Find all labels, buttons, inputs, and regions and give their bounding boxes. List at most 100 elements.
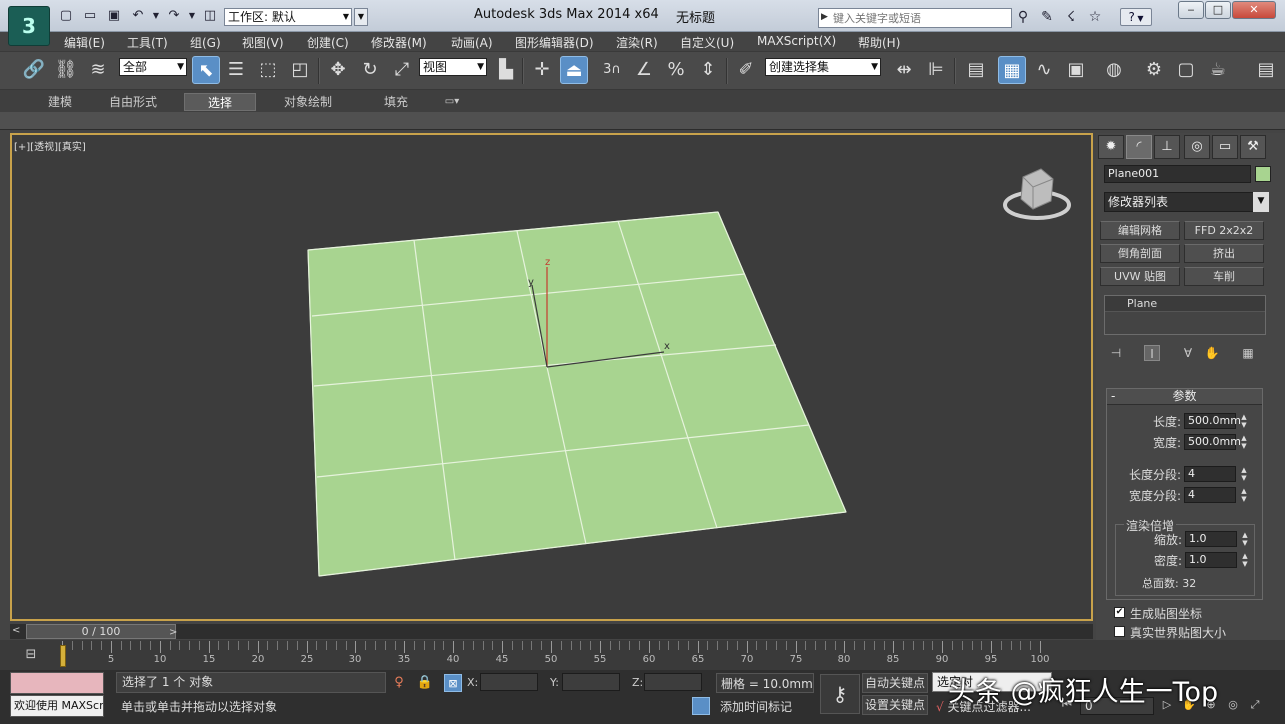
show-end-result-icon[interactable]: Ⅰ: [1144, 345, 1160, 361]
menu-help[interactable]: 帮助(H): [858, 34, 900, 51]
parameters-rollout-header[interactable]: - 参数: [1107, 389, 1262, 405]
scale-spinner[interactable]: ▲ ▼: [1240, 531, 1250, 547]
rectangular-selection-icon[interactable]: ⬚: [254, 56, 282, 84]
add-time-tag-icon[interactable]: [692, 697, 710, 715]
graphite-modeling-tools-icon[interactable]: ▦: [998, 56, 1026, 84]
angle-snap-icon[interactable]: ∠: [630, 56, 658, 84]
width-field[interactable]: 500.0mm: [1184, 434, 1241, 450]
select-manipulate-icon[interactable]: ✛: [528, 56, 556, 84]
menu-customize[interactable]: 自定义(U): [680, 34, 734, 51]
schematic-view-icon[interactable]: ▣: [1062, 56, 1090, 84]
absolute-mode-icon[interactable]: ⊠: [444, 674, 462, 692]
layer-manager-icon[interactable]: ▤: [962, 56, 990, 84]
subscription-key-icon[interactable]: ✎: [1038, 8, 1056, 26]
app-menu-logo[interactable]: 3: [8, 6, 50, 46]
ribbon-options-icon[interactable]: ▭▾: [438, 93, 466, 111]
snaps-toggle-icon[interactable]: 3∩: [598, 56, 626, 84]
edit-mesh-button[interactable]: 编辑网格: [1100, 221, 1180, 240]
maxscript-listener-output[interactable]: 欢迎使用 MAXScri: [10, 695, 104, 717]
length-segs-spinner[interactable]: ▲ ▼: [1239, 466, 1249, 482]
auto-key-button[interactable]: 自动关键点: [862, 673, 928, 693]
width-segs-spinner[interactable]: ▲ ▼: [1239, 487, 1249, 503]
modifier-list-dropdown[interactable]: 修改器列表 ▼: [1104, 192, 1269, 212]
select-scale-icon[interactable]: ⤢: [388, 56, 416, 84]
window-crossing-icon[interactable]: ◰: [286, 56, 314, 84]
utilities-tab-icon[interactable]: ⚒: [1240, 135, 1266, 159]
render-setup-icon[interactable]: ⚙: [1140, 56, 1168, 84]
object-color-swatch[interactable]: [1255, 166, 1271, 182]
menu-edit[interactable]: 编辑(E): [64, 34, 105, 51]
tab-object-paint[interactable]: 对象绘制: [272, 93, 344, 111]
width-spinner[interactable]: ▲ ▼: [1239, 434, 1249, 450]
align-icon[interactable]: ⊫: [922, 56, 950, 84]
ffd-button[interactable]: FFD 2x2x2: [1184, 221, 1264, 240]
hierarchy-tab-icon[interactable]: ⊥: [1154, 135, 1180, 159]
pivot-center-icon[interactable]: ▙: [492, 56, 520, 84]
density-field[interactable]: 1.0: [1185, 552, 1237, 568]
perspective-viewport[interactable]: z x y: [10, 133, 1093, 621]
density-spinner[interactable]: ▲ ▼: [1240, 552, 1250, 568]
binoculars-icon[interactable]: ⚲: [1014, 8, 1032, 26]
timeline-ruler[interactable]: 5 10 15 20 25 30 35 40 45 50 55 60 65 70 75 80 85 90 95 100: [62, 641, 1050, 667]
menu-animation[interactable]: 动画(A): [451, 34, 493, 51]
curve-editor-icon[interactable]: ∿: [1030, 56, 1058, 84]
workspace-dropdown[interactable]: 工作区: 默认 ▼: [224, 8, 352, 26]
length-spinner[interactable]: ▲ ▼: [1239, 413, 1249, 429]
display-tab-icon[interactable]: ▭: [1212, 135, 1238, 159]
favorites-star-icon[interactable]: ☆: [1086, 8, 1104, 26]
mirror-icon[interactable]: ⇹: [890, 56, 918, 84]
save-icon[interactable]: ▣: [106, 8, 122, 24]
motion-tab-icon[interactable]: ◎: [1184, 135, 1210, 159]
orbit-icon[interactable]: ◎: [1224, 696, 1242, 714]
menu-create[interactable]: 创建(C): [307, 34, 349, 51]
maxscript-mini-listener-input[interactable]: [10, 672, 104, 694]
time-slider-next-icon[interactable]: >: [169, 626, 177, 639]
modify-tab-icon[interactable]: ◜: [1126, 135, 1152, 159]
render-production-icon[interactable]: ☕: [1204, 56, 1232, 84]
tab-freeform[interactable]: 自由形式: [98, 93, 168, 111]
object-name-field[interactable]: Plane001: [1104, 165, 1251, 183]
generate-mapping-coords-checkbox[interactable]: ✔: [1114, 607, 1125, 618]
minimize-button[interactable]: ‒: [1178, 1, 1204, 19]
spinner-snap-icon[interactable]: ⇕: [694, 56, 722, 84]
reference-coordinate-dropdown[interactable]: 视图 ▼: [419, 58, 487, 76]
tab-modeling[interactable]: 建模: [32, 93, 88, 111]
menu-group[interactable]: 组(G): [190, 34, 221, 51]
configure-modifier-sets-icon[interactable]: ▦: [1240, 345, 1256, 361]
remove-modifier-icon[interactable]: ✋: [1204, 345, 1220, 361]
uvw-map-button[interactable]: UVW 贴图: [1100, 267, 1180, 286]
unlink-icon[interactable]: ⛓: [52, 56, 80, 84]
menu-graph-editors[interactable]: 图形编辑器(D): [515, 34, 594, 51]
named-selection-set-dropdown[interactable]: 创建选择集 ▼: [765, 58, 881, 76]
extrude-button[interactable]: 挤出: [1184, 244, 1264, 263]
viewcube-icon[interactable]: [997, 165, 1077, 237]
select-object-icon[interactable]: ⬉: [192, 56, 220, 84]
length-segs-field[interactable]: 4: [1184, 466, 1236, 482]
communication-center-icon[interactable]: ☇: [1062, 8, 1080, 26]
redo-icon[interactable]: ↷: [166, 8, 182, 24]
menu-maxscript[interactable]: MAXScript(X): [757, 34, 836, 48]
x-coord-field[interactable]: [480, 673, 538, 691]
toolbar-overflow-icon[interactable]: ▤: [1252, 56, 1280, 84]
current-frame-marker[interactable]: [60, 645, 66, 667]
undo-dropdown-icon[interactable]: ▼: [148, 8, 164, 24]
tab-populate[interactable]: 填充: [370, 93, 422, 111]
keyboard-shortcut-override-icon[interactable]: ⏏: [560, 56, 588, 84]
menu-rendering[interactable]: 渲染(R): [616, 34, 658, 51]
scale-field[interactable]: 1.0: [1185, 531, 1237, 547]
make-unique-icon[interactable]: ∀: [1180, 345, 1196, 361]
real-world-map-size-checkbox[interactable]: [1114, 626, 1125, 637]
set-key-button[interactable]: 设置关键点: [862, 695, 928, 715]
z-coord-field[interactable]: [644, 673, 702, 691]
link-icon[interactable]: 🔗: [20, 56, 48, 84]
menu-tools[interactable]: 工具(T): [127, 34, 168, 51]
select-rotate-icon[interactable]: ↻: [356, 56, 384, 84]
maximize-viewport-icon[interactable]: ⤢: [1246, 696, 1264, 714]
select-move-icon[interactable]: ✥: [324, 56, 352, 84]
new-file-icon[interactable]: ▢: [58, 8, 74, 24]
set-keys-key-icon[interactable]: ⚷: [820, 674, 860, 714]
selection-lock-icon[interactable]: 🔒: [416, 674, 434, 692]
redo-dropdown-icon[interactable]: ▼: [184, 8, 200, 24]
quick-access-customize-button[interactable]: ▼: [354, 8, 368, 26]
length-field[interactable]: 500.0mm: [1184, 413, 1241, 429]
